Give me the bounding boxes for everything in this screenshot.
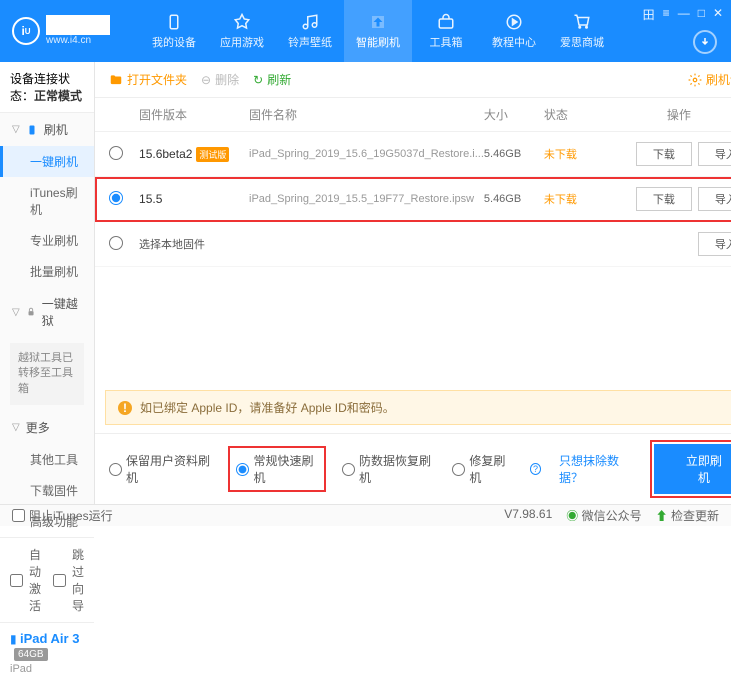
download-button[interactable]: 下载 (636, 187, 692, 211)
opt-quick[interactable]: 常规快速刷机 (230, 448, 323, 490)
open-folder-button[interactable]: 打开文件夹 (109, 71, 187, 88)
firmware-radio[interactable] (109, 191, 123, 205)
main-nav: 我的设备 应用游戏 铃声壁纸 智能刷机 工具箱 教程中心 爱思商城 (140, 0, 616, 62)
window-controls: 田 ≡ — □ ✕ (643, 6, 723, 23)
import-button[interactable]: 导入 (698, 142, 731, 166)
flash-options: 保留用户资料刷机 常规快速刷机 防数据恢复刷机 修复刷机 ? 只想抹除数据？ 立… (95, 433, 731, 504)
table-header: 固件版本 固件名称 大小 状态 操作 (95, 98, 731, 132)
nav-flash[interactable]: 智能刷机 (344, 0, 412, 62)
erase-only-link[interactable]: 只想抹除数据？ (559, 452, 636, 486)
minimize-icon[interactable]: — (678, 6, 690, 23)
sidebar-group-flash[interactable]: ▽刷机 (0, 113, 94, 146)
app-logo: iU 爱思助手 www.i4.cn (12, 15, 110, 46)
refresh-button[interactable]: ↻刷新 (253, 71, 291, 88)
sidebar-group-more[interactable]: ▽更多 (0, 411, 94, 444)
firmware-radio[interactable] (109, 146, 123, 160)
nav-apps[interactable]: 应用游戏 (208, 0, 276, 62)
app-name: 爱思助手 (46, 15, 110, 34)
logo-icon: iU (12, 17, 40, 45)
local-firmware-row[interactable]: 选择本地固件 导入 (95, 222, 731, 267)
maximize-icon[interactable]: □ (698, 6, 705, 23)
sidebar-item-itunes[interactable]: iTunes刷机 (0, 177, 94, 225)
sidebar-item-oneclick[interactable]: 一键刷机 (0, 146, 94, 177)
info-icon[interactable]: ? (530, 463, 541, 475)
sidebar-item-other[interactable]: 其他工具 (0, 444, 94, 475)
block-itunes-checkbox[interactable]: 阻止iTunes运行 (12, 507, 113, 524)
opt-keep-data[interactable]: 保留用户资料刷机 (109, 452, 212, 486)
footer: 阻止iTunes运行 V7.98.61 ◉ 微信公众号 ⬆ 检查更新 (0, 504, 731, 526)
download-indicator[interactable] (693, 30, 717, 54)
main-panel: 打开文件夹 ⊖删除 ↻刷新 刷机设置 固件版本 固件名称 大小 状态 操作 15… (95, 62, 731, 504)
version-label: V7.98.61 (504, 507, 552, 524)
nav-tutorials[interactable]: 教程中心 (480, 0, 548, 62)
firmware-radio[interactable] (109, 236, 123, 250)
jailbreak-note: 越狱工具已转移至工具箱 (10, 343, 84, 405)
warning-icon: ! (118, 401, 132, 415)
nav-ringtones[interactable]: 铃声壁纸 (276, 0, 344, 62)
nav-device[interactable]: 我的设备 (140, 0, 208, 62)
lock-icon[interactable]: ≡ (663, 6, 670, 23)
appleid-warning: ! 如已绑定 Apple ID，请准备好 Apple ID和密码。 ✕ (105, 390, 731, 425)
device-info[interactable]: ▮ iPad Air 3 64GB iPad (0, 622, 94, 683)
close-icon[interactable]: ✕ (713, 6, 723, 23)
connection-status: 设备连接状态：正常模式 (0, 62, 94, 113)
firmware-row[interactable]: 15.6beta2测试版 iPad_Spring_2019_15.6_19G50… (95, 132, 731, 177)
menu-icon[interactable]: 田 (643, 6, 655, 23)
sidebar-group-jailbreak[interactable]: ▽一键越狱 (0, 287, 94, 337)
opt-repair[interactable]: 修复刷机 (452, 452, 512, 486)
auto-activate-checkbox[interactable] (10, 574, 23, 587)
opt-anti-recovery[interactable]: 防数据恢复刷机 (342, 452, 434, 486)
sidebar: 设备连接状态：正常模式 ▽刷机 一键刷机 iTunes刷机 专业刷机 批量刷机 … (0, 62, 95, 504)
app-url: www.i4.cn (46, 35, 110, 47)
toolbar: 打开文件夹 ⊖删除 ↻刷新 刷机设置 (95, 62, 731, 98)
import-button[interactable]: 导入 (698, 187, 731, 211)
delete-button[interactable]: ⊖删除 (201, 71, 239, 88)
flash-now-button[interactable]: 立即刷机 (654, 444, 731, 494)
nav-store[interactable]: 爱思商城 (548, 0, 616, 62)
sidebar-item-batch[interactable]: 批量刷机 (0, 256, 94, 287)
skip-guide-checkbox[interactable] (53, 574, 66, 587)
sidebar-item-pro[interactable]: 专业刷机 (0, 225, 94, 256)
check-update-link[interactable]: ⬆ 检查更新 (656, 507, 719, 524)
titlebar: iU 爱思助手 www.i4.cn 我的设备 应用游戏 铃声壁纸 智能刷机 工具… (0, 0, 731, 62)
firmware-row[interactable]: 15.5 iPad_Spring_2019_15.5_19F77_Restore… (95, 177, 731, 222)
wechat-link[interactable]: ◉ 微信公众号 (566, 507, 641, 524)
nav-tools[interactable]: 工具箱 (412, 0, 480, 62)
flash-settings-button[interactable]: 刷机设置 (688, 71, 731, 88)
sidebar-item-download[interactable]: 下载固件 (0, 475, 94, 506)
download-button[interactable]: 下载 (636, 142, 692, 166)
import-button[interactable]: 导入 (698, 232, 731, 256)
sidebar-checks: 自动激活 跳过向导 (0, 538, 94, 622)
